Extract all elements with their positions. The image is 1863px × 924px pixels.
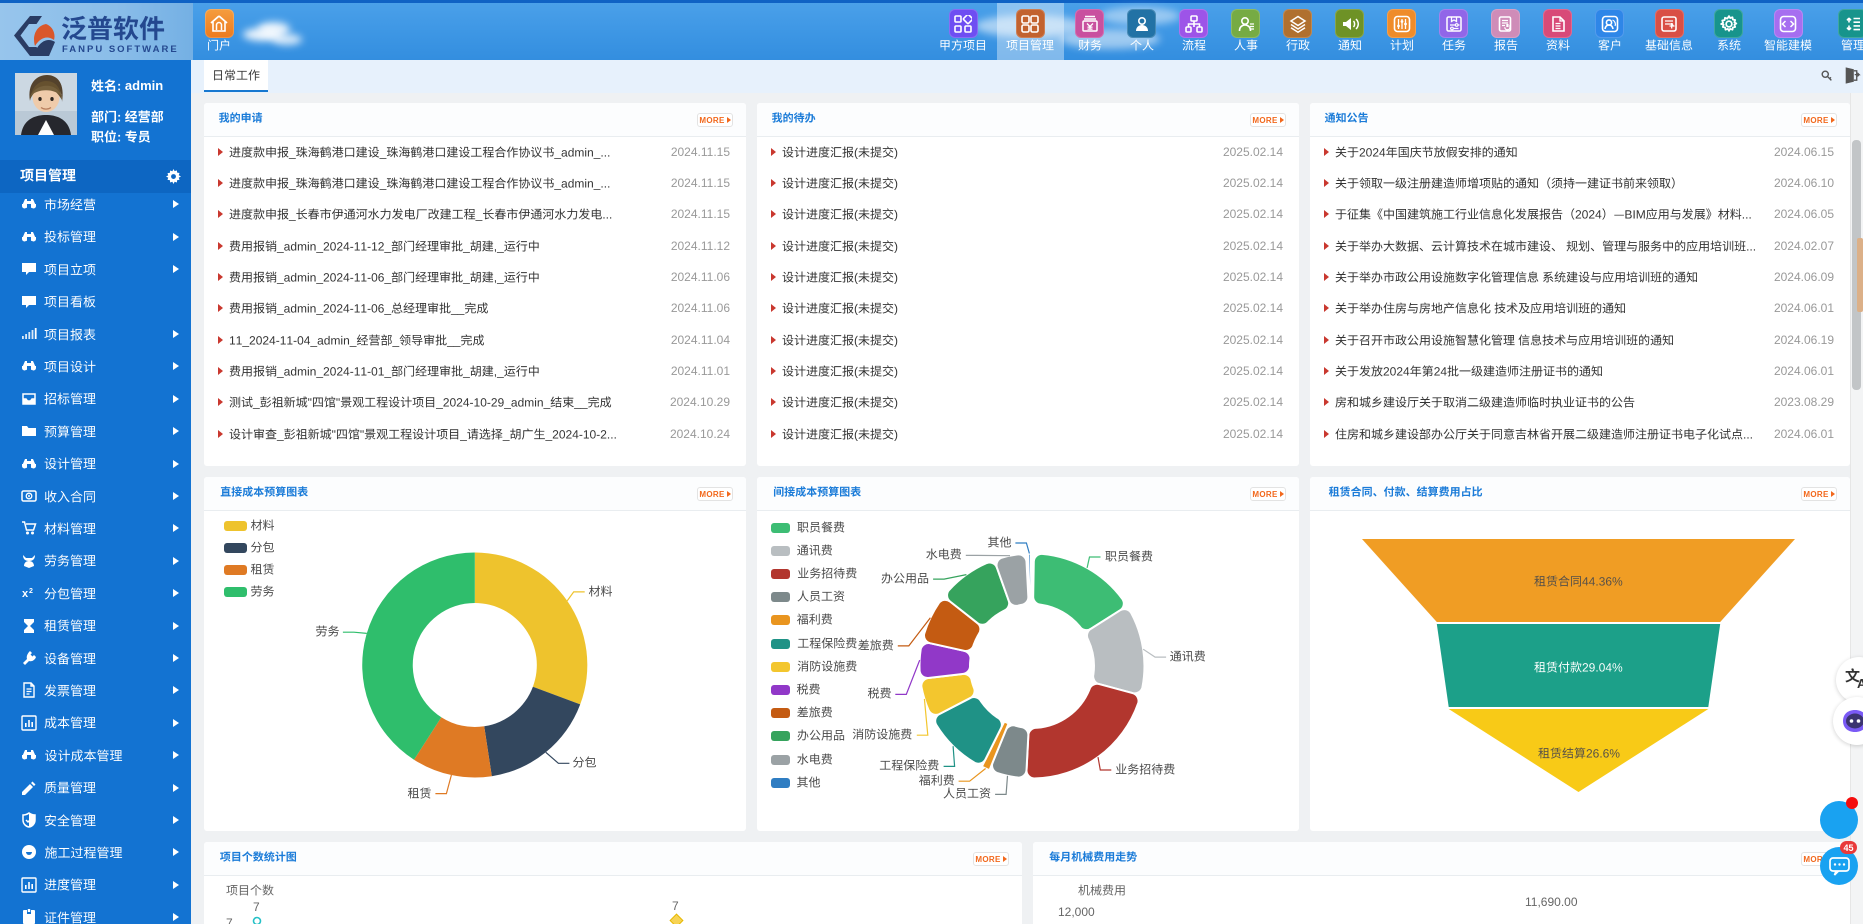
svg-text:x: x bbox=[22, 588, 29, 600]
svg-text:2: 2 bbox=[29, 588, 33, 595]
